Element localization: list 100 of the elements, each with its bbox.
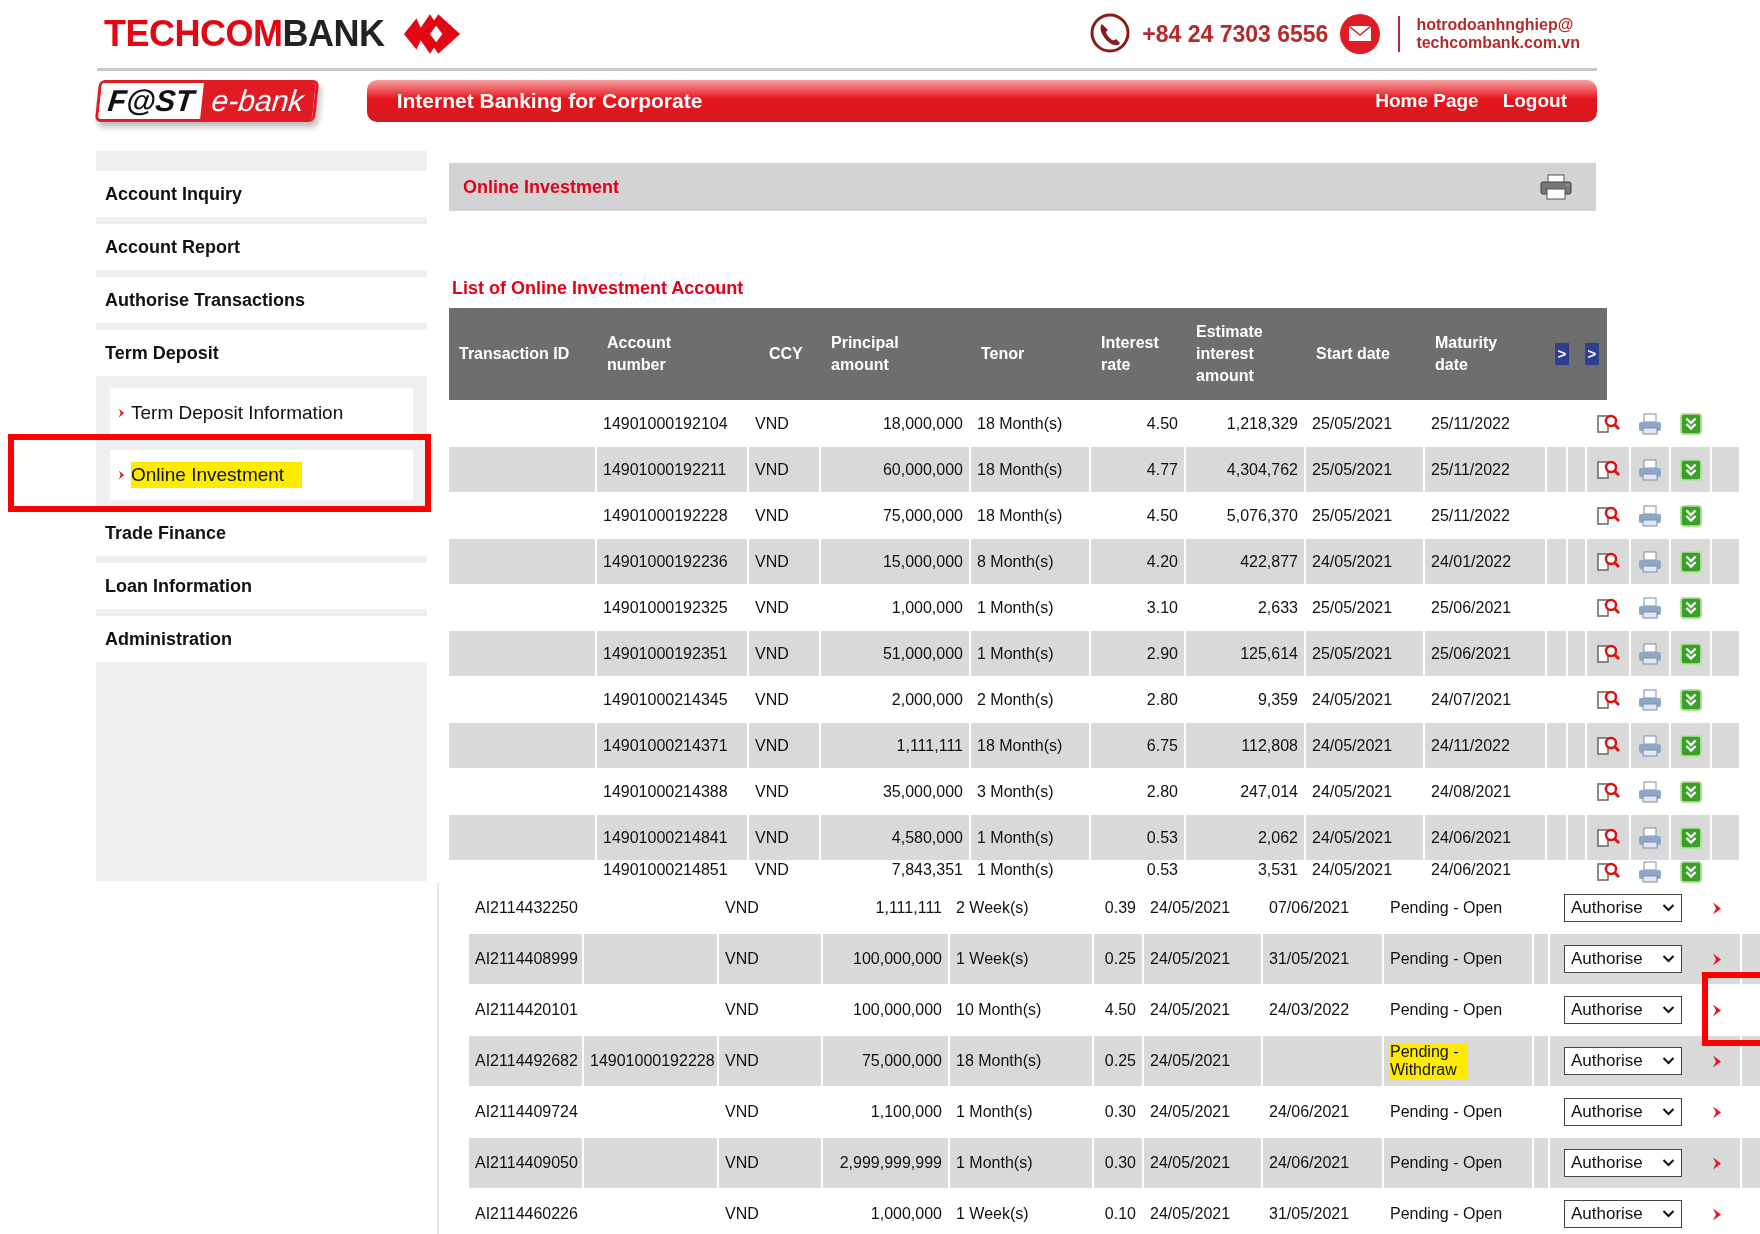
printer-icon[interactable] (1638, 642, 1662, 665)
printer-icon[interactable] (1638, 688, 1662, 711)
printer-icon[interactable] (1638, 734, 1662, 757)
download-icon[interactable] (1678, 412, 1703, 435)
view-icon[interactable] (1596, 734, 1620, 757)
table-cell: 24/05/2021 (1306, 723, 1425, 768)
status-text: Pending - Withdraw (1390, 1043, 1468, 1079)
chevron-icon[interactable] (1712, 1003, 1722, 1017)
table-cell: 24/05/2021 (1306, 539, 1425, 584)
sidebar-item[interactable]: Loan Information (96, 563, 427, 609)
action-select[interactable]: Authorise (1564, 1047, 1682, 1075)
printer-icon[interactable] (1638, 826, 1662, 849)
download-icon[interactable] (1678, 826, 1703, 849)
table-cell: 0.10 (1094, 1189, 1144, 1234)
table-cell: AI2114492682 (469, 1036, 584, 1086)
chevron-icon[interactable] (1712, 901, 1722, 915)
column-header: CCY (768, 344, 804, 364)
download-icon[interactable] (1678, 596, 1703, 619)
column-header: Interest rate (1100, 333, 1160, 375)
view-icon[interactable] (1596, 861, 1620, 883)
table-cell: 18 Month(s) (971, 723, 1091, 768)
table-cell: 0.25 (1094, 934, 1144, 984)
caret-icon (1662, 1210, 1675, 1218)
sidebar-item[interactable]: Account Inquiry (96, 171, 427, 217)
table-cell: VND (749, 723, 821, 768)
download-icon[interactable] (1678, 504, 1703, 527)
chevron-icon[interactable] (1712, 1105, 1722, 1119)
header-link[interactable]: Home Page (1375, 90, 1479, 112)
chevron-icon[interactable] (1712, 1207, 1722, 1221)
sidebar-item[interactable]: Administration (96, 616, 427, 662)
table-cell: 24/05/2021 (1306, 815, 1425, 860)
table-cell: 24/06/2021 (1425, 861, 1547, 885)
printer-icon[interactable] (1638, 458, 1662, 481)
download-icon[interactable] (1678, 861, 1703, 883)
chevron-icon[interactable] (1712, 1156, 1722, 1170)
table-cell: 1 Week(s) (950, 1189, 1094, 1234)
chevron-icon (118, 470, 125, 480)
view-icon[interactable] (1596, 458, 1620, 481)
caret-icon (1662, 1006, 1675, 1014)
download-icon[interactable] (1678, 688, 1703, 711)
header-link[interactable]: Logout (1502, 90, 1567, 112)
view-icon[interactable] (1596, 642, 1620, 665)
action-select[interactable]: Authorise (1564, 1098, 1682, 1126)
action-select[interactable]: Authorise (1564, 1200, 1682, 1228)
caret-icon (1662, 1057, 1675, 1065)
table-cell: 6.75 (1091, 723, 1186, 768)
printer-icon[interactable] (1638, 412, 1662, 435)
action-select[interactable]: Authorise (1564, 996, 1682, 1024)
download-icon[interactable] (1678, 642, 1703, 665)
sidebar-item[interactable]: Trade Finance (96, 510, 427, 556)
printer-icon[interactable] (1638, 780, 1662, 803)
table-cell: 25/05/2021 (1306, 631, 1425, 676)
action-select[interactable]: Authorise (1564, 894, 1682, 922)
view-icon[interactable] (1596, 826, 1620, 849)
download-icon[interactable] (1678, 550, 1703, 573)
view-icon[interactable] (1596, 688, 1620, 711)
logo-text: e-bank (200, 83, 316, 119)
table-cell: VND (749, 447, 821, 492)
printer-icon[interactable] (1638, 861, 1662, 883)
caret-icon (1662, 904, 1675, 912)
table-cell: 24/05/2021 (1144, 1036, 1263, 1086)
table-cell: AI2114408999 (469, 934, 584, 984)
email-address: techcombank.com.vn (1416, 34, 1580, 52)
download-icon[interactable] (1678, 780, 1703, 803)
table-cell: 15,000,000 (821, 539, 971, 584)
sidebar-item[interactable]: Term Deposit (96, 330, 427, 376)
view-icon[interactable] (1596, 504, 1620, 527)
action-select[interactable]: Authorise (1564, 945, 1682, 973)
table-cell: 24/05/2021 (1144, 1138, 1263, 1188)
sidebar-subitem[interactable]: Online Investment (110, 450, 413, 500)
caret-icon (1662, 1108, 1675, 1116)
table-cell: 4,580,000 (821, 815, 971, 860)
view-icon[interactable] (1596, 780, 1620, 803)
chevron-icon[interactable] (1712, 1054, 1722, 1068)
printer-icon[interactable] (1638, 596, 1662, 619)
table-cell: 24/01/2022 (1425, 539, 1547, 584)
table-cell: 2.90 (1091, 631, 1186, 676)
sidebar-subitem-label: Online Investment (131, 462, 303, 488)
view-icon[interactable] (1596, 596, 1620, 619)
view-icon[interactable] (1596, 412, 1620, 435)
sidebar-item[interactable]: Authorise Transactions (96, 277, 427, 323)
printer-icon[interactable] (1638, 550, 1662, 573)
brand-name: BANK (282, 13, 385, 55)
caret-icon (1662, 1159, 1675, 1167)
printer-icon[interactable] (1638, 504, 1662, 527)
sidebar-item[interactable]: Account Report (96, 224, 427, 270)
view-icon[interactable] (1596, 550, 1620, 573)
banner-title: Internet Banking for Corporate (396, 89, 703, 113)
table-cell: 0.30 (1094, 1138, 1144, 1188)
download-icon[interactable] (1678, 458, 1703, 481)
next-button[interactable]: > (1555, 343, 1569, 365)
printer-icon[interactable] (1540, 174, 1572, 200)
sidebar-subitem-label: Term Deposit Information (131, 401, 345, 425)
table-cell: VND (719, 1036, 823, 1086)
chevron-icon[interactable] (1712, 952, 1722, 966)
email-address: hotrodoanhnghiep@ (1416, 16, 1575, 34)
download-icon[interactable] (1678, 734, 1703, 757)
table-cell: 51,000,000 (821, 631, 971, 676)
action-select[interactable]: Authorise (1564, 1149, 1682, 1177)
next-button[interactable]: > (1585, 343, 1599, 365)
